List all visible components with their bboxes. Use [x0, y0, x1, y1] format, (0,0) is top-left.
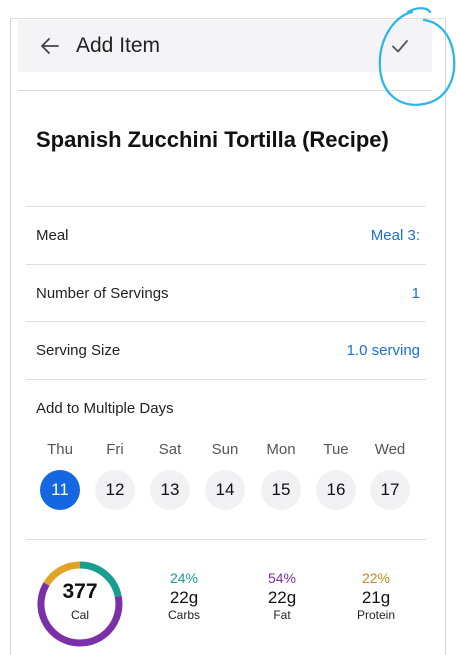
- back-button[interactable]: [30, 20, 70, 72]
- serving-size-value[interactable]: 1.0 serving: [347, 342, 420, 359]
- macro-percent: 24%: [169, 570, 199, 586]
- day-name: Mon: [266, 441, 296, 458]
- day-number: 13: [150, 470, 190, 510]
- serving-size-label: Serving Size: [36, 342, 121, 359]
- servings-label: Number of Servings: [36, 285, 169, 302]
- macro-grams: 22g: [267, 588, 297, 607]
- day-name: Sat: [158, 441, 182, 458]
- day-name: Thu: [47, 441, 73, 458]
- day-name: Fri: [106, 441, 124, 458]
- meal-label: Meal: [36, 227, 69, 244]
- page-title: Add Item: [76, 34, 161, 57]
- serving-size-row[interactable]: Serving Size 1.0 serving: [26, 321, 426, 379]
- day-number: 15: [261, 470, 301, 510]
- calorie-label: Cal: [70, 608, 89, 622]
- check-icon: [392, 40, 408, 53]
- macro-grams: 21g: [361, 588, 391, 607]
- day-fri[interactable]: Fri 12: [94, 440, 136, 510]
- day-name: Wed: [374, 441, 406, 458]
- day-name: Sun: [211, 441, 239, 458]
- macro-carbs: 24% 22g Carbs: [144, 570, 224, 622]
- macro-fat: 54% 22g Fat: [242, 570, 322, 622]
- day-number: 11: [40, 470, 80, 510]
- macro-grams: 22g: [169, 588, 199, 607]
- day-sat[interactable]: Sat 13: [149, 440, 191, 510]
- macro-ring-chart: [37, 561, 123, 647]
- meal-value[interactable]: Meal 3:: [371, 227, 420, 244]
- macro-label: Fat: [273, 608, 291, 622]
- day-number: 16: [316, 470, 356, 510]
- day-number: 17: [370, 470, 410, 510]
- day-number: 14: [205, 470, 245, 510]
- multiple-days-title: Add to Multiple Days: [36, 400, 174, 417]
- calorie-ring: 377 Cal: [36, 560, 124, 648]
- day-number: 12: [95, 470, 135, 510]
- macro-label: Protein: [356, 608, 396, 622]
- macro-percent: 54%: [267, 570, 297, 586]
- confirm-button[interactable]: [386, 32, 414, 60]
- day-sun[interactable]: Sun 14: [204, 440, 246, 510]
- macro-label: Carbs: [167, 608, 200, 622]
- app-bar-divider: [18, 90, 432, 91]
- servings-value[interactable]: 1: [412, 285, 420, 302]
- day-name: Tue: [323, 441, 349, 458]
- day-tue[interactable]: Tue 16: [315, 440, 357, 510]
- nutrition-summary: 377 Cal 24% 22g Carbs 54% 22g Fat 22% 21…: [26, 539, 426, 655]
- arrow-left-icon: [41, 38, 59, 54]
- servings-row[interactable]: Number of Servings 1: [26, 264, 426, 322]
- meal-row[interactable]: Meal Meal 3:: [26, 206, 426, 264]
- app-bar: Add Item: [18, 20, 432, 72]
- macro-protein: 22% 21g Protein: [336, 570, 416, 622]
- item-title: Spanish Zucchini Tortilla (Recipe): [36, 127, 389, 152]
- top-divider: [11, 18, 445, 19]
- day-wed[interactable]: Wed 17: [369, 440, 411, 510]
- day-thu[interactable]: Thu 11: [39, 440, 81, 510]
- multiple-days-section: Add to Multiple Days Thu 11 Fri 12 Sat 1…: [26, 379, 426, 539]
- calorie-value: 377: [62, 580, 98, 603]
- day-mon[interactable]: Mon 15: [260, 440, 302, 510]
- macro-percent: 22%: [361, 570, 391, 586]
